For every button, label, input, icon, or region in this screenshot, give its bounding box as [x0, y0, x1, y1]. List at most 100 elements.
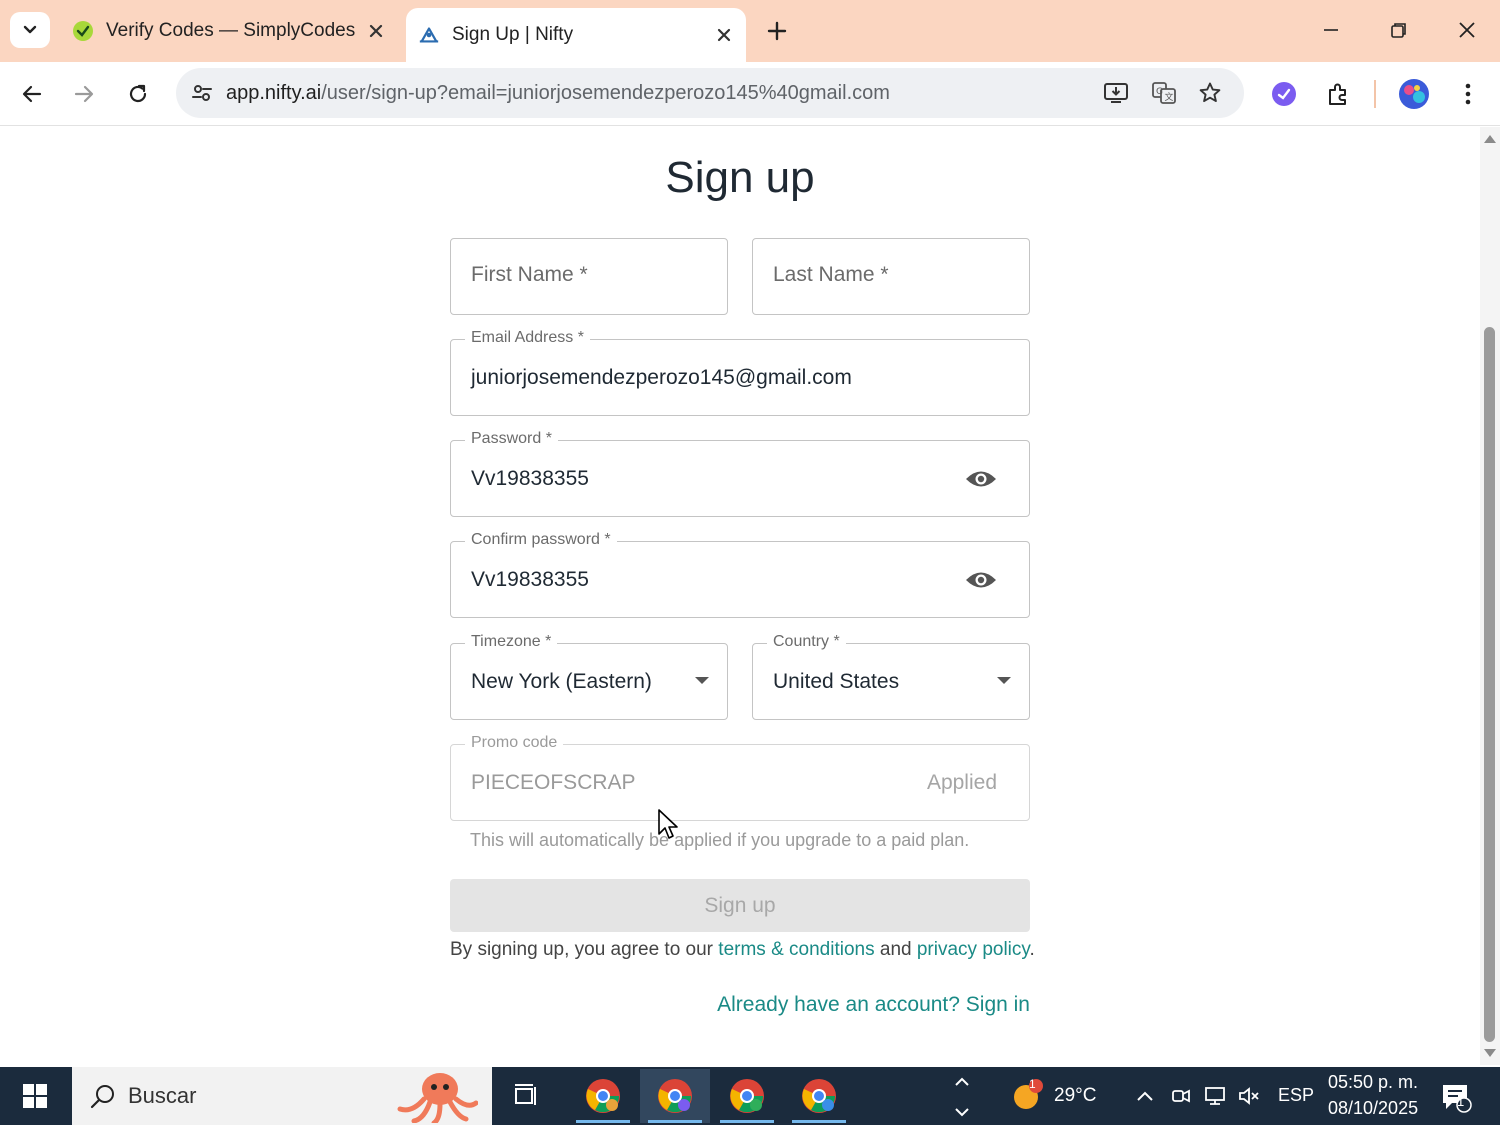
sign-in-link[interactable]: Already have an account? Sign in	[450, 993, 1030, 1017]
tab-search-button[interactable]	[10, 12, 50, 48]
password-label: Password *	[465, 430, 558, 448]
install-app-icon[interactable]	[1098, 75, 1134, 111]
task-view-icon	[515, 1084, 536, 1105]
back-button[interactable]	[12, 74, 52, 114]
page-title: Sign up	[665, 153, 815, 202]
reload-icon	[129, 84, 147, 103]
new-tab-button[interactable]	[760, 14, 794, 48]
password-value: Vv19838355	[471, 467, 589, 490]
translate-icon[interactable]: G文	[1146, 75, 1182, 111]
country-select[interactable]: Country * United States	[752, 633, 1030, 720]
search-icon	[90, 1085, 114, 1109]
extension-icon[interactable]	[1264, 74, 1304, 114]
profile-avatar-icon[interactable]	[1394, 74, 1434, 114]
password-field[interactable]: Password * Vv19838355	[450, 430, 1030, 517]
toolbar-divider	[1374, 80, 1376, 108]
svg-text:G: G	[1156, 87, 1163, 97]
plus-icon	[767, 21, 787, 41]
country-label: Country *	[767, 633, 846, 651]
minimize-button[interactable]	[1306, 10, 1356, 50]
windows-logo-icon	[23, 1084, 47, 1108]
show-hidden-icons-chevron-icon[interactable]	[1130, 1081, 1160, 1111]
octopus-illustration-icon	[397, 1073, 478, 1123]
terms-link[interactable]: terms & conditions	[718, 939, 874, 960]
bookmark-star-icon[interactable]	[1192, 75, 1228, 111]
meet-now-icon[interactable]	[1166, 1081, 1196, 1111]
timezone-label: Timezone *	[465, 633, 558, 651]
restore-button[interactable]	[1374, 10, 1424, 50]
network-icon[interactable]	[1200, 1081, 1230, 1111]
site-settings-icon[interactable]	[178, 68, 226, 118]
address-bar[interactable]: app.nifty.ai/user/sign-up?email=juniorjo…	[176, 68, 1244, 118]
close-tab-icon[interactable]	[710, 21, 738, 49]
last-name-field[interactable]: Last Name *	[752, 238, 1030, 315]
weather-temperature[interactable]: 29°C	[1054, 1085, 1096, 1107]
chevron-down-icon	[23, 25, 37, 34]
extensions-puzzle-icon[interactable]	[1318, 74, 1358, 114]
dropdown-caret-icon	[695, 677, 709, 684]
tab-strip: Verify Codes — SimplyCodes Sign Up | Nif…	[0, 0, 1500, 62]
weather-icon[interactable]	[1010, 1077, 1046, 1113]
show-confirm-password-eye-icon[interactable]	[963, 566, 999, 594]
arrow-left-icon	[22, 85, 42, 103]
taskbar-chrome-1[interactable]	[568, 1069, 638, 1123]
sign-up-button[interactable]: Sign up	[450, 879, 1030, 932]
reload-button[interactable]	[118, 74, 158, 114]
taskbar-chrome-3[interactable]	[712, 1069, 782, 1123]
language-indicator[interactable]: ESP	[1278, 1085, 1314, 1106]
browser-menu-icon[interactable]	[1448, 74, 1488, 114]
scroll-thumb[interactable]	[1484, 327, 1495, 1042]
notifications-icon[interactable]	[1438, 1079, 1474, 1115]
taskbar-chrome-4[interactable]	[784, 1069, 854, 1123]
first-name-placeholder: First Name *	[471, 263, 588, 286]
close-window-button[interactable]	[1442, 10, 1492, 50]
clock-time[interactable]: 05:50 p. m.	[1328, 1072, 1418, 1093]
page-scrollbar[interactable]	[1480, 127, 1500, 1065]
promo-code-field[interactable]: Promo code PIECEOFSCRAP Applied	[450, 734, 1030, 821]
svg-text:文: 文	[1165, 91, 1174, 103]
restore-icon	[1391, 23, 1406, 38]
taskbar-scroll-arrows[interactable]	[950, 1071, 974, 1121]
first-name-field[interactable]: First Name *	[450, 238, 728, 315]
close-icon	[1459, 22, 1475, 38]
task-view-button[interactable]	[492, 1069, 562, 1123]
email-label: Email Address *	[465, 329, 590, 347]
close-tab-icon[interactable]	[362, 17, 390, 45]
page-content: Sign up First Name * Last Name * Email A…	[0, 127, 1480, 1065]
tab-nifty-signup[interactable]: Sign Up | Nifty	[406, 8, 746, 62]
agree-mid: and	[874, 939, 917, 960]
promo-helper-text: This will automatically be applied if yo…	[470, 830, 970, 850]
show-password-eye-icon[interactable]	[963, 465, 999, 493]
chevron-up-down-icon	[955, 1077, 969, 1117]
taskbar-search[interactable]: Buscar	[72, 1067, 492, 1125]
promo-applied-status: Applied	[926, 771, 997, 794]
volume-muted-icon[interactable]	[1234, 1081, 1264, 1111]
confirm-password-field[interactable]: Confirm password * Vv19838355	[450, 531, 1030, 618]
chrome-icon	[658, 1079, 692, 1113]
confirm-password-label: Confirm password *	[465, 531, 617, 549]
start-button[interactable]	[0, 1067, 70, 1125]
dropdown-caret-icon	[997, 677, 1011, 684]
taskbar-chrome-2[interactable]	[640, 1069, 710, 1123]
agree-prefix: By signing up, you agree to our	[450, 939, 719, 960]
mouse-cursor-icon	[658, 809, 678, 839]
chrome-icon	[802, 1079, 836, 1113]
promo-code-label: Promo code	[465, 734, 564, 752]
nifty-logo-icon	[708, 127, 772, 147]
email-field[interactable]: Email Address * juniorjosemendezperozo14…	[450, 329, 1030, 416]
notifications-count: 1	[1457, 1094, 1465, 1109]
clock-date[interactable]: 08/10/2025	[1328, 1098, 1418, 1119]
url-text: app.nifty.ai/user/sign-up?email=juniorjo…	[226, 82, 890, 105]
tab-simplycodes[interactable]: Verify Codes — SimplyCodes	[58, 8, 398, 54]
scroll-down-arrow-icon[interactable]	[1484, 1049, 1496, 1057]
email-value: juniorjosemendezperozo145@gmail.com	[471, 366, 852, 389]
privacy-link[interactable]: privacy policy	[917, 939, 1030, 960]
chrome-icon	[730, 1079, 764, 1113]
forward-button[interactable]	[64, 74, 104, 114]
browser-toolbar: app.nifty.ai/user/sign-up?email=juniorjo…	[0, 62, 1500, 126]
arrow-right-icon	[74, 85, 94, 103]
search-placeholder: Buscar	[128, 1083, 197, 1108]
scroll-up-arrow-icon[interactable]	[1484, 135, 1496, 143]
url-path: /user/sign-up?email=juniorjosemendezpero…	[321, 81, 890, 104]
timezone-select[interactable]: Timezone * New York (Eastern)	[450, 633, 728, 720]
